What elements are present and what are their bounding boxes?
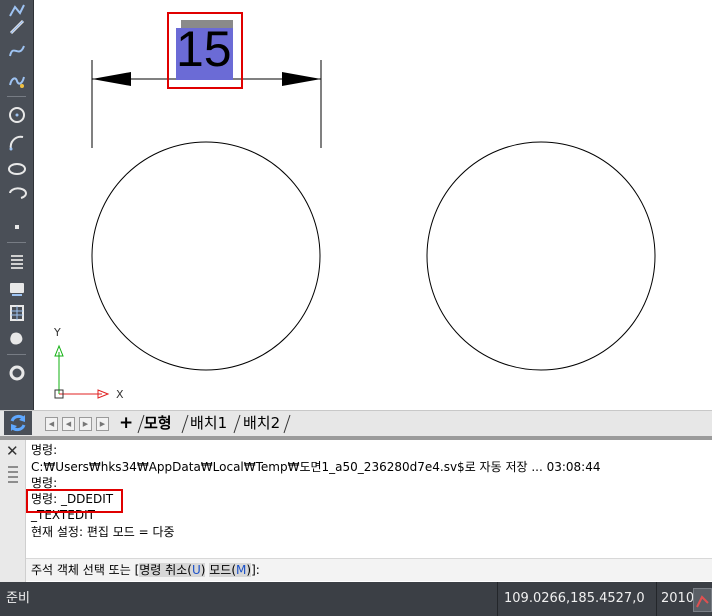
tab-separators: [137, 414, 291, 434]
tab-first-button[interactable]: ◀: [45, 417, 58, 431]
tab-prev-button[interactable]: ◀: [62, 417, 75, 431]
command-window-handle[interactable]: ✕: [0, 440, 26, 582]
tab-last-button[interactable]: ▶: [96, 417, 109, 431]
hatch-icon[interactable]: [4, 250, 29, 272]
table-icon[interactable]: [4, 302, 29, 324]
version-label: 2010: [661, 591, 695, 606]
tab-next-button[interactable]: ▶: [79, 417, 92, 431]
command-history-line: 명령:: [31, 443, 58, 457]
status-bar: 준비 109.0266,185.4527,0 2010: [0, 582, 712, 616]
command-input[interactable]: 주석 객체 선택 또는 [명령 취소(U) 모드(M)]:: [26, 558, 712, 581]
ucs-y-label: Y: [54, 326, 61, 339]
ucs-x-label: X: [116, 388, 124, 401]
ellipse-icon[interactable]: [4, 158, 29, 180]
arc-icon[interactable]: [4, 132, 29, 154]
dimension-arrow-left: [92, 72, 131, 86]
command-history-line: C:₩Users₩hks34₩AppData₩Local₩Temp₩도면1_a5…: [31, 460, 601, 474]
dimension-arrow-right: [282, 72, 321, 86]
ellipse-arc-icon[interactable]: [4, 182, 29, 204]
prompt-option-mode[interactable]: 모드(M): [209, 563, 252, 577]
sync-icon[interactable]: [4, 411, 32, 435]
highlight-annotation-box: [167, 12, 243, 89]
prompt-option-undo[interactable]: 명령 취소(U): [139, 563, 206, 577]
point-icon[interactable]: [4, 216, 29, 238]
command-history-line: 현재 설정: 편집 모드 = 다중: [31, 525, 175, 539]
revcloud-icon[interactable]: [4, 70, 29, 92]
layout-tab-bar: ◀ ◀ ▶ ▶ + 모형 배치1 배치2: [0, 410, 712, 437]
block-icon[interactable]: [4, 328, 29, 350]
circle-left[interactable]: [91, 141, 321, 371]
prompt-suffix: ]:: [251, 563, 260, 577]
prompt-prefix: 주석 객체 선택 또는 [: [31, 563, 140, 577]
status-tray-icon[interactable]: [693, 588, 712, 612]
donut-icon[interactable]: [4, 362, 29, 384]
highlight-annotation-box: [26, 489, 123, 513]
circle-right[interactable]: [426, 141, 656, 371]
spline-icon[interactable]: [4, 40, 29, 62]
region-icon[interactable]: [4, 278, 29, 300]
status-ready-text: 준비: [6, 591, 30, 606]
close-icon[interactable]: ✕: [6, 442, 19, 460]
drawing-canvas[interactable]: 15 Y X: [34, 0, 712, 410]
line-icon[interactable]: [4, 16, 29, 38]
draw-toolbar: [0, 0, 34, 410]
coordinate-readout[interactable]: 109.0266,185.4527,0: [504, 590, 645, 608]
command-prompt: 주석 객체 선택 또는 [명령 취소(U) 모드(M)]:: [31, 562, 260, 578]
circle-icon[interactable]: [4, 104, 29, 126]
